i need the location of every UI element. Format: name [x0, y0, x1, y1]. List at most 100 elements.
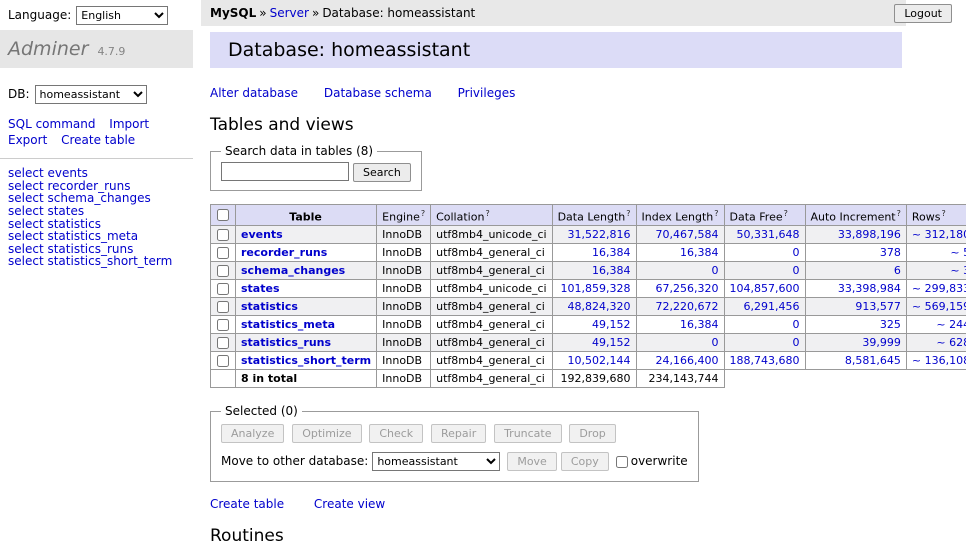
auto-increment-link[interactable]: 33,898,196: [838, 228, 901, 241]
create-link[interactable]: Create table: [210, 497, 284, 511]
rows-count-link[interactable]: ~ 3: [950, 264, 966, 277]
rows-count-link[interactable]: ~ 312,180: [912, 228, 966, 241]
table-name-link[interactable]: statistics_meta: [241, 318, 335, 331]
column-help-link[interactable]: ?: [626, 209, 630, 218]
sidebar-table-link[interactable]: select states: [8, 205, 185, 218]
data-free-link[interactable]: 6,291,456: [744, 300, 800, 313]
logout-button[interactable]: Logout: [894, 4, 952, 23]
rows-count-link[interactable]: ~ 244: [936, 318, 966, 331]
index-length-link[interactable]: 70,467,584: [656, 228, 719, 241]
auto-increment-link[interactable]: 6: [894, 264, 901, 277]
rows-count-link[interactable]: ~ 569,159: [912, 300, 966, 313]
data-length-link[interactable]: 16,384: [592, 246, 631, 259]
row-checkbox[interactable]: [217, 229, 229, 241]
auto-increment-link[interactable]: 325: [880, 318, 901, 331]
data-free-link[interactable]: 0: [793, 264, 800, 277]
auto-increment-link[interactable]: 33,398,984: [838, 282, 901, 295]
index-length-link[interactable]: 16,384: [680, 246, 719, 259]
sidebar-action-link[interactable]: SQL command: [8, 117, 95, 131]
column-help-link[interactable]: ?: [784, 209, 788, 218]
overwrite-checkbox[interactable]: [616, 456, 628, 468]
auto-increment-link[interactable]: 8,581,645: [845, 354, 901, 367]
data-length-link[interactable]: 10,502,144: [568, 354, 631, 367]
index-length-link[interactable]: 16,384: [680, 318, 719, 331]
row-checkbox[interactable]: [217, 247, 229, 259]
row-checkbox[interactable]: [217, 265, 229, 277]
breadcrumb-server-link[interactable]: Server: [270, 6, 309, 20]
data-length-link[interactable]: 49,152: [592, 318, 631, 331]
column-help-link[interactable]: ?: [714, 209, 718, 218]
totals-data-length: 192,839,680: [552, 370, 636, 388]
row-checkbox[interactable]: [217, 283, 229, 295]
create-link[interactable]: Create view: [314, 497, 385, 511]
routines-heading: Routines: [210, 526, 902, 543]
row-checkbox[interactable]: [217, 301, 229, 313]
auto-increment-link[interactable]: 39,999: [862, 336, 901, 349]
sidebar-action-link[interactable]: Import: [109, 117, 149, 131]
data-length-cell: 101,859,328: [552, 280, 636, 298]
data-length-link[interactable]: 49,152: [592, 336, 631, 349]
index-length-link[interactable]: 24,166,400: [656, 354, 719, 367]
table-row: states InnoDB utf8mb4_unicode_ci 101,859…: [211, 280, 966, 298]
data-length-link[interactable]: 101,859,328: [561, 282, 631, 295]
column-help-link[interactable]: ?: [897, 209, 901, 218]
auto-increment-link[interactable]: 913,577: [855, 300, 901, 313]
index-length-link[interactable]: 0: [712, 264, 719, 277]
search-button[interactable]: Search: [353, 163, 411, 182]
language-select[interactable]: English: [76, 6, 168, 25]
index-length-link[interactable]: 0: [712, 336, 719, 349]
db-select[interactable]: homeassistant: [35, 85, 147, 104]
database-nav-link[interactable]: Alter database: [210, 86, 298, 100]
row-checkbox[interactable]: [217, 355, 229, 367]
data-free-link[interactable]: 0: [793, 246, 800, 259]
column-header-label: Table: [289, 210, 322, 223]
data-free-link[interactable]: 50,331,648: [737, 228, 800, 241]
column-header: Table: [236, 204, 377, 226]
table-name-link[interactable]: statistics: [241, 300, 298, 313]
bulk-action-button[interactable]: Optimize: [292, 424, 361, 443]
adminer-logo[interactable]: Adminer: [8, 38, 88, 60]
move-button[interactable]: Move: [507, 452, 557, 471]
table-name-link[interactable]: statistics_runs: [241, 336, 331, 349]
sidebar-table-link[interactable]: select statistics_short_term: [8, 255, 185, 268]
index-length-link[interactable]: 67,256,320: [656, 282, 719, 295]
data-free-link[interactable]: 104,857,600: [730, 282, 800, 295]
sidebar-action-link[interactable]: Create table: [61, 133, 135, 147]
bulk-action-button[interactable]: Check: [369, 424, 423, 443]
column-help-link[interactable]: ?: [941, 209, 945, 218]
column-help-link[interactable]: ?: [421, 209, 425, 218]
copy-button[interactable]: Copy: [561, 452, 609, 471]
bulk-action-button[interactable]: Analyze: [221, 424, 284, 443]
data-free-link[interactable]: 0: [793, 336, 800, 349]
column-help-link[interactable]: ?: [485, 209, 489, 218]
table-name-link[interactable]: recorder_runs: [241, 246, 327, 259]
table-name-link[interactable]: events: [241, 228, 283, 241]
rows-count-link[interactable]: ~ 5: [950, 246, 966, 259]
database-nav-link[interactable]: Privileges: [458, 86, 516, 100]
table-name-link[interactable]: states: [241, 282, 280, 295]
bulk-action-button[interactable]: Repair: [431, 424, 486, 443]
table-name-link[interactable]: statistics_short_term: [241, 354, 371, 367]
auto-increment-link[interactable]: 378: [880, 246, 901, 259]
move-db-select[interactable]: homeassistant: [372, 452, 500, 471]
data-length-link[interactable]: 48,824,320: [568, 300, 631, 313]
rows-count-link[interactable]: ~ 299,833: [912, 282, 966, 295]
rows-count-link[interactable]: ~ 628: [936, 336, 966, 349]
select-all-checkbox[interactable]: [217, 209, 229, 221]
data-free-link[interactable]: 0: [793, 318, 800, 331]
data-length-link[interactable]: 16,384: [592, 264, 631, 277]
bulk-action-button[interactable]: Truncate: [494, 424, 561, 443]
sidebar-table-link[interactable]: select statistics_meta: [8, 230, 185, 243]
row-checkbox[interactable]: [217, 319, 229, 331]
row-checkbox[interactable]: [217, 337, 229, 349]
index-length-link[interactable]: 72,220,672: [656, 300, 719, 313]
rows-count-link[interactable]: ~ 136,108: [912, 354, 966, 367]
bulk-action-button[interactable]: Drop: [569, 424, 615, 443]
sidebar-table-link[interactable]: select events: [8, 167, 185, 180]
data-length-link[interactable]: 31,522,816: [568, 228, 631, 241]
search-input[interactable]: [221, 162, 349, 181]
database-nav-link[interactable]: Database schema: [324, 86, 432, 100]
table-name-link[interactable]: schema_changes: [241, 264, 345, 277]
data-free-link[interactable]: 188,743,680: [730, 354, 800, 367]
sidebar-action-link[interactable]: Export: [8, 133, 47, 147]
